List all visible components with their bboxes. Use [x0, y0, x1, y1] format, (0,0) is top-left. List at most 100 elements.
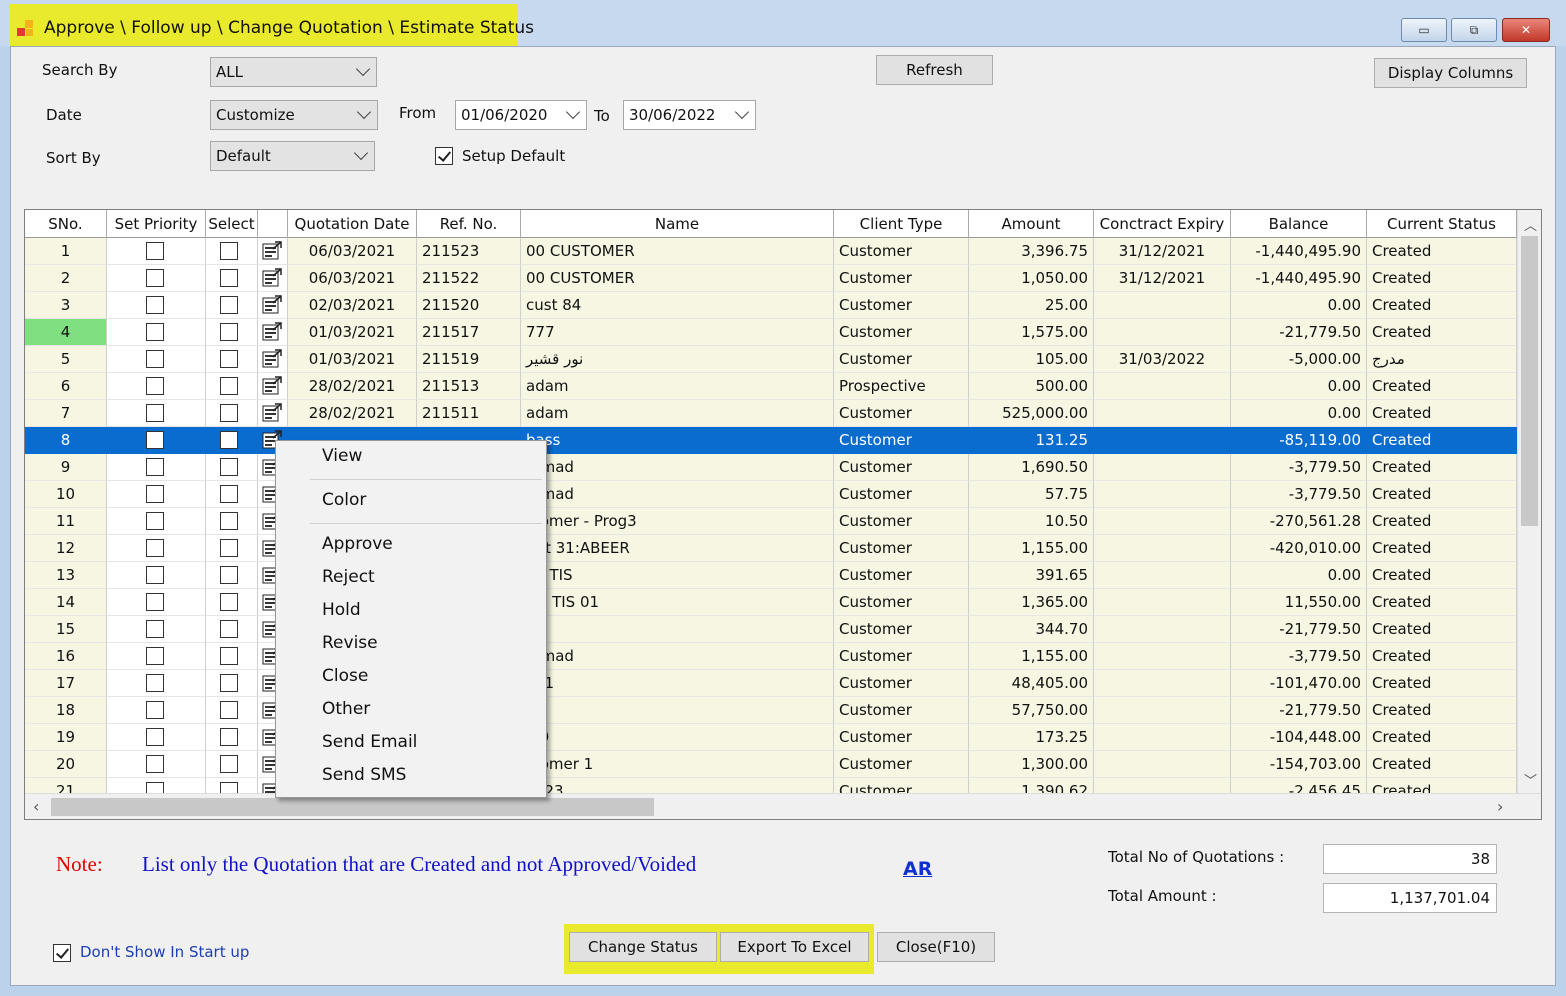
table-row[interactable]: 13 ST TIS Customer 391.65 0.00 Created: [25, 562, 1517, 589]
cell-balance[interactable]: -21,779.50: [1231, 616, 1367, 643]
cell-status[interactable]: Created: [1367, 670, 1517, 697]
cell-sno[interactable]: 11: [25, 508, 107, 535]
cell-select[interactable]: [206, 481, 258, 508]
cell-name[interactable]: adam: [521, 373, 834, 400]
cell-sno[interactable]: 8: [25, 427, 107, 454]
menu-item-view[interactable]: View: [322, 446, 362, 466]
cell-sno[interactable]: 7: [25, 400, 107, 427]
vertical-scroll-thumb[interactable]: [1521, 236, 1538, 526]
priority-checkbox[interactable]: [146, 593, 164, 611]
cell-sno[interactable]: 19: [25, 724, 107, 751]
select-checkbox[interactable]: [220, 269, 238, 287]
cell-set-priority[interactable]: [107, 292, 206, 319]
cell-balance[interactable]: -104,448.00: [1231, 724, 1367, 751]
cell-status[interactable]: Created: [1367, 778, 1517, 793]
cell-type[interactable]: Customer: [834, 562, 969, 589]
cell-status[interactable]: Created: [1367, 454, 1517, 481]
edit-document-icon[interactable]: [261, 322, 283, 342]
select-checkbox[interactable]: [220, 647, 238, 665]
cell-set-priority[interactable]: [107, 373, 206, 400]
cell-sno[interactable]: 10: [25, 481, 107, 508]
cell-sno[interactable]: 4: [25, 319, 107, 346]
cell-name[interactable]: 00 CUSTOMER: [521, 238, 834, 265]
cell-select[interactable]: [206, 292, 258, 319]
cell-select[interactable]: [206, 427, 258, 454]
cell-balance[interactable]: -1,440,495.90: [1231, 238, 1367, 265]
cell-name[interactable]: adam: [521, 400, 834, 427]
cell-expiry[interactable]: [1094, 670, 1231, 697]
cell-type[interactable]: Customer: [834, 238, 969, 265]
cell-select[interactable]: [206, 508, 258, 535]
cell-action[interactable]: [258, 373, 288, 400]
cell-expiry[interactable]: [1094, 427, 1231, 454]
cell-name[interactable]: mmad: [521, 481, 834, 508]
cell-select[interactable]: [206, 346, 258, 373]
cell-expiry[interactable]: [1094, 643, 1231, 670]
cell-select[interactable]: [206, 697, 258, 724]
setup-default-checkbox[interactable]: [435, 147, 453, 165]
cell-select[interactable]: [206, 724, 258, 751]
cell-sno[interactable]: 12: [25, 535, 107, 562]
cell-type[interactable]: Customer: [834, 400, 969, 427]
cell-expiry[interactable]: [1094, 724, 1231, 751]
priority-checkbox[interactable]: [146, 269, 164, 287]
priority-checkbox[interactable]: [146, 323, 164, 341]
cell-set-priority[interactable]: [107, 751, 206, 778]
cell-type[interactable]: Customer: [834, 643, 969, 670]
cell-ref[interactable]: 211513: [417, 373, 521, 400]
cell-date[interactable]: 01/03/2021: [288, 346, 417, 373]
cell-name[interactable]: stomer 1: [521, 751, 834, 778]
table-row[interactable]: 15 7Customer344.70 -21,779.50Created: [25, 616, 1517, 643]
cell-select[interactable]: [206, 589, 258, 616]
cell-status[interactable]: Created: [1367, 238, 1517, 265]
cell-expiry[interactable]: [1094, 508, 1231, 535]
cell-type[interactable]: Customer: [834, 292, 969, 319]
cell-name[interactable]: 00 CUSTOMER: [521, 265, 834, 292]
priority-checkbox[interactable]: [146, 647, 164, 665]
select-checkbox[interactable]: [220, 566, 238, 584]
cell-status[interactable]: Created: [1367, 508, 1517, 535]
cell-date[interactable]: 28/02/2021: [288, 400, 417, 427]
cell-set-priority[interactable]: [107, 589, 206, 616]
cell-status[interactable]: Created: [1367, 589, 1517, 616]
close-window-button[interactable]: ✕: [1502, 18, 1550, 42]
cell-sno[interactable]: 2: [25, 265, 107, 292]
table-row[interactable]: 4 01/03/2021 211517 777 Customer 1,575.00 -21,…: [25, 319, 1517, 346]
cell-set-priority[interactable]: [107, 481, 206, 508]
cell-type[interactable]: Customer: [834, 724, 969, 751]
select-checkbox[interactable]: [220, 458, 238, 476]
date-dropdown[interactable]: Customize: [210, 100, 378, 130]
restore-button[interactable]: ⧉: [1451, 18, 1497, 42]
cell-balance[interactable]: -21,779.50: [1231, 697, 1367, 724]
cell-balance[interactable]: -154,703.00: [1231, 751, 1367, 778]
cell-set-priority[interactable]: [107, 346, 206, 373]
cell-balance[interactable]: -5,000.00: [1231, 346, 1367, 373]
sort-by-dropdown[interactable]: Default: [210, 141, 375, 171]
cell-sno[interactable]: 1: [25, 238, 107, 265]
cell-select[interactable]: [206, 373, 258, 400]
menu-item-reject[interactable]: Reject: [322, 567, 375, 587]
cell-ref[interactable]: 211523: [417, 238, 521, 265]
cell-select[interactable]: [206, 454, 258, 481]
cell-status[interactable]: Created: [1367, 373, 1517, 400]
cell-set-priority[interactable]: [107, 778, 206, 793]
table-row[interactable]: 12 20t 31:ABEER Customer 1,155.00 -420,010.0…: [25, 535, 1517, 562]
select-checkbox[interactable]: [220, 701, 238, 719]
edit-document-icon[interactable]: [261, 376, 283, 396]
select-checkbox[interactable]: [220, 377, 238, 395]
cell-sno[interactable]: 20: [25, 751, 107, 778]
cell-status[interactable]: Created: [1367, 400, 1517, 427]
column-header[interactable]: Quotation Date: [288, 210, 417, 238]
cell-action[interactable]: [258, 265, 288, 292]
cell-set-priority[interactable]: [107, 238, 206, 265]
column-header[interactable]: Name: [521, 210, 834, 238]
cell-select[interactable]: [206, 751, 258, 778]
cell-expiry[interactable]: 31/12/2021: [1094, 238, 1231, 265]
column-header[interactable]: Set Priority: [107, 210, 206, 238]
table-row[interactable]: 7 28/02/2021 211511 adam Customer 525,000.00 0…: [25, 400, 1517, 427]
cell-status[interactable]: Created: [1367, 751, 1517, 778]
priority-checkbox[interactable]: [146, 782, 164, 793]
cell-name[interactable]: stomer - Prog3: [521, 508, 834, 535]
select-checkbox[interactable]: [220, 539, 238, 557]
cell-name[interactable]: 777: [521, 319, 834, 346]
